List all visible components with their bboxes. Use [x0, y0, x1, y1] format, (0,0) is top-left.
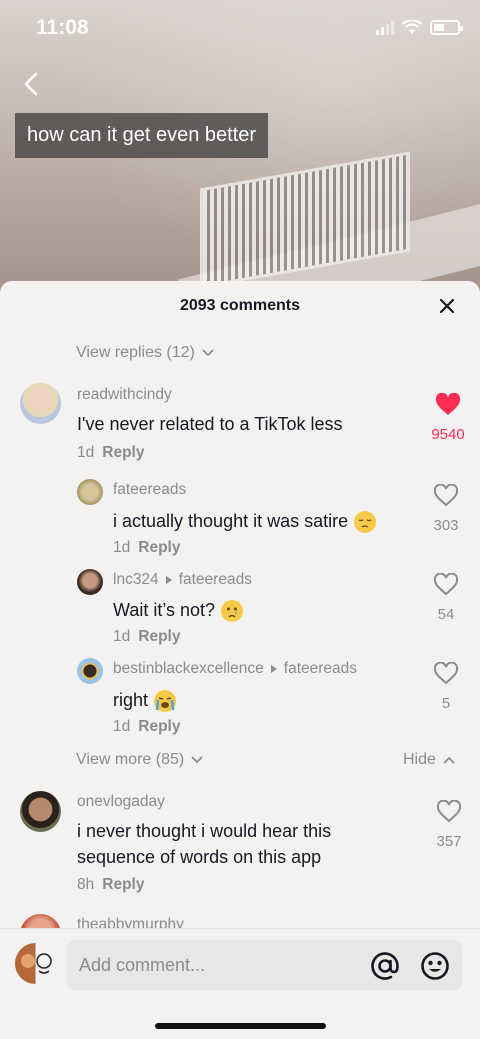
close-icon[interactable]: [436, 295, 458, 317]
like-control[interactable]: 9540: [428, 392, 468, 443]
heart-outline-icon[interactable]: [433, 661, 459, 686]
reply-text: i actually thought it was satire: [113, 508, 377, 534]
my-avatar[interactable]: [15, 943, 56, 984]
comment-meta: 8h Reply: [77, 876, 144, 894]
avatar[interactable]: [77, 569, 103, 595]
heart-outline-icon[interactable]: [433, 572, 459, 597]
view-replies-label: View replies (12): [76, 344, 195, 361]
chevron-down-icon: [202, 349, 214, 357]
like-count: 9540: [431, 426, 465, 443]
avatar[interactable]: [77, 658, 103, 684]
reply-age: 1d: [113, 628, 131, 645]
status-time: 11:08: [36, 16, 89, 39]
comments-sheet: 2093 comments View replies (12) readwith…: [0, 281, 480, 1039]
avatar-illustration: [21, 953, 52, 974]
hide-label: Hide: [403, 751, 436, 768]
reply-age: 1d: [113, 539, 131, 556]
reply-meta: 1d Reply: [113, 539, 180, 557]
reply-arrow-icon: [165, 576, 172, 584]
reply-text-content: i actually thought it was satire: [113, 511, 349, 531]
like-control[interactable]: 303: [426, 483, 466, 534]
heart-outline-icon[interactable]: [433, 483, 459, 508]
reply-button[interactable]: Reply: [138, 539, 180, 556]
video-caption: how can it get even better: [15, 113, 269, 158]
like-count: 303: [433, 517, 459, 534]
reply-to-username[interactable]: fateereads: [284, 660, 357, 678]
loudly-crying-face-icon: [154, 690, 177, 713]
like-count: 357: [436, 833, 462, 850]
comment-age: 8h: [77, 876, 95, 893]
status-icons: [376, 20, 463, 35]
emoji-smiley-icon[interactable]: [420, 951, 450, 981]
reply-username: bestinblackexcellence fateereads: [113, 660, 357, 678]
comment-text-line: i never thought i would hear this: [77, 821, 332, 841]
comments-count-title: 2093 comments: [179, 297, 301, 314]
reply-arrow-icon: [270, 665, 277, 673]
comment-meta: 1d Reply: [77, 444, 144, 462]
mention-at-icon[interactable]: [370, 951, 400, 981]
reply-meta: 1d Reply: [113, 718, 180, 736]
status-bar: 11:08: [0, 0, 480, 60]
reply-text-content: Wait it’s not?: [113, 600, 216, 620]
home-indicator: [155, 1023, 326, 1029]
battery-icon: [430, 20, 463, 35]
avatar[interactable]: [77, 479, 103, 505]
comment-composer-bar: [0, 928, 480, 1039]
reply-username: fateereads: [113, 481, 186, 499]
wifi-icon: [402, 20, 422, 34]
comment-text: i never thought i would hear this sequen…: [77, 818, 331, 870]
view-more-link[interactable]: View more (85): [76, 751, 204, 769]
back-chevron-icon[interactable]: [18, 70, 46, 98]
comment-username[interactable]: onevlogaday: [77, 793, 165, 811]
crying-face-icon: [221, 600, 244, 623]
avatar[interactable]: [20, 383, 61, 424]
like-control[interactable]: 54: [426, 572, 466, 623]
add-comment-input[interactable]: [79, 940, 369, 990]
like-control[interactable]: 357: [429, 799, 469, 850]
reply-text-content: right: [113, 690, 149, 710]
hide-replies-link[interactable]: Hide: [403, 751, 456, 769]
view-replies-link[interactable]: View replies (12): [76, 344, 215, 362]
chevron-down-icon: [191, 756, 203, 764]
like-count: 54: [437, 606, 455, 623]
reply-to-username[interactable]: fateereads: [179, 571, 252, 589]
reply-button[interactable]: Reply: [102, 444, 144, 461]
chevron-up-icon: [443, 756, 455, 764]
like-count: 5: [441, 695, 451, 712]
comment-age: 1d: [77, 444, 95, 461]
reply-button[interactable]: Reply: [138, 718, 180, 735]
reply-button[interactable]: Reply: [138, 628, 180, 645]
reply-username-text[interactable]: bestinblackexcellence: [113, 660, 264, 678]
reply-button[interactable]: Reply: [102, 876, 144, 893]
reply-username-text[interactable]: lnc324: [113, 571, 159, 589]
heart-outline-icon[interactable]: [436, 799, 462, 824]
comment-text: I've never related to a TikTok less: [77, 414, 343, 434]
reply-text: Wait it’s not?: [113, 597, 244, 623]
reply-username: lnc324 fateereads: [113, 571, 252, 589]
comment-text-line: sequence of words on this app: [77, 847, 322, 867]
pensive-face-icon: [354, 511, 377, 534]
cellular-signal-icon: [376, 20, 394, 35]
comment-username[interactable]: theabbymurphy: [77, 916, 184, 928]
comment-input-box[interactable]: [67, 940, 462, 990]
view-more-label: View more (85): [76, 751, 185, 768]
like-control[interactable]: 5: [426, 661, 466, 712]
comment-username[interactable]: readwithcindy: [77, 386, 172, 404]
reply-text: right: [113, 687, 177, 713]
reply-age: 1d: [113, 718, 131, 735]
heart-filled-icon[interactable]: [435, 392, 461, 417]
avatar[interactable]: [20, 791, 61, 832]
reply-username-text[interactable]: fateereads: [113, 481, 186, 499]
reply-meta: 1d Reply: [113, 628, 180, 646]
